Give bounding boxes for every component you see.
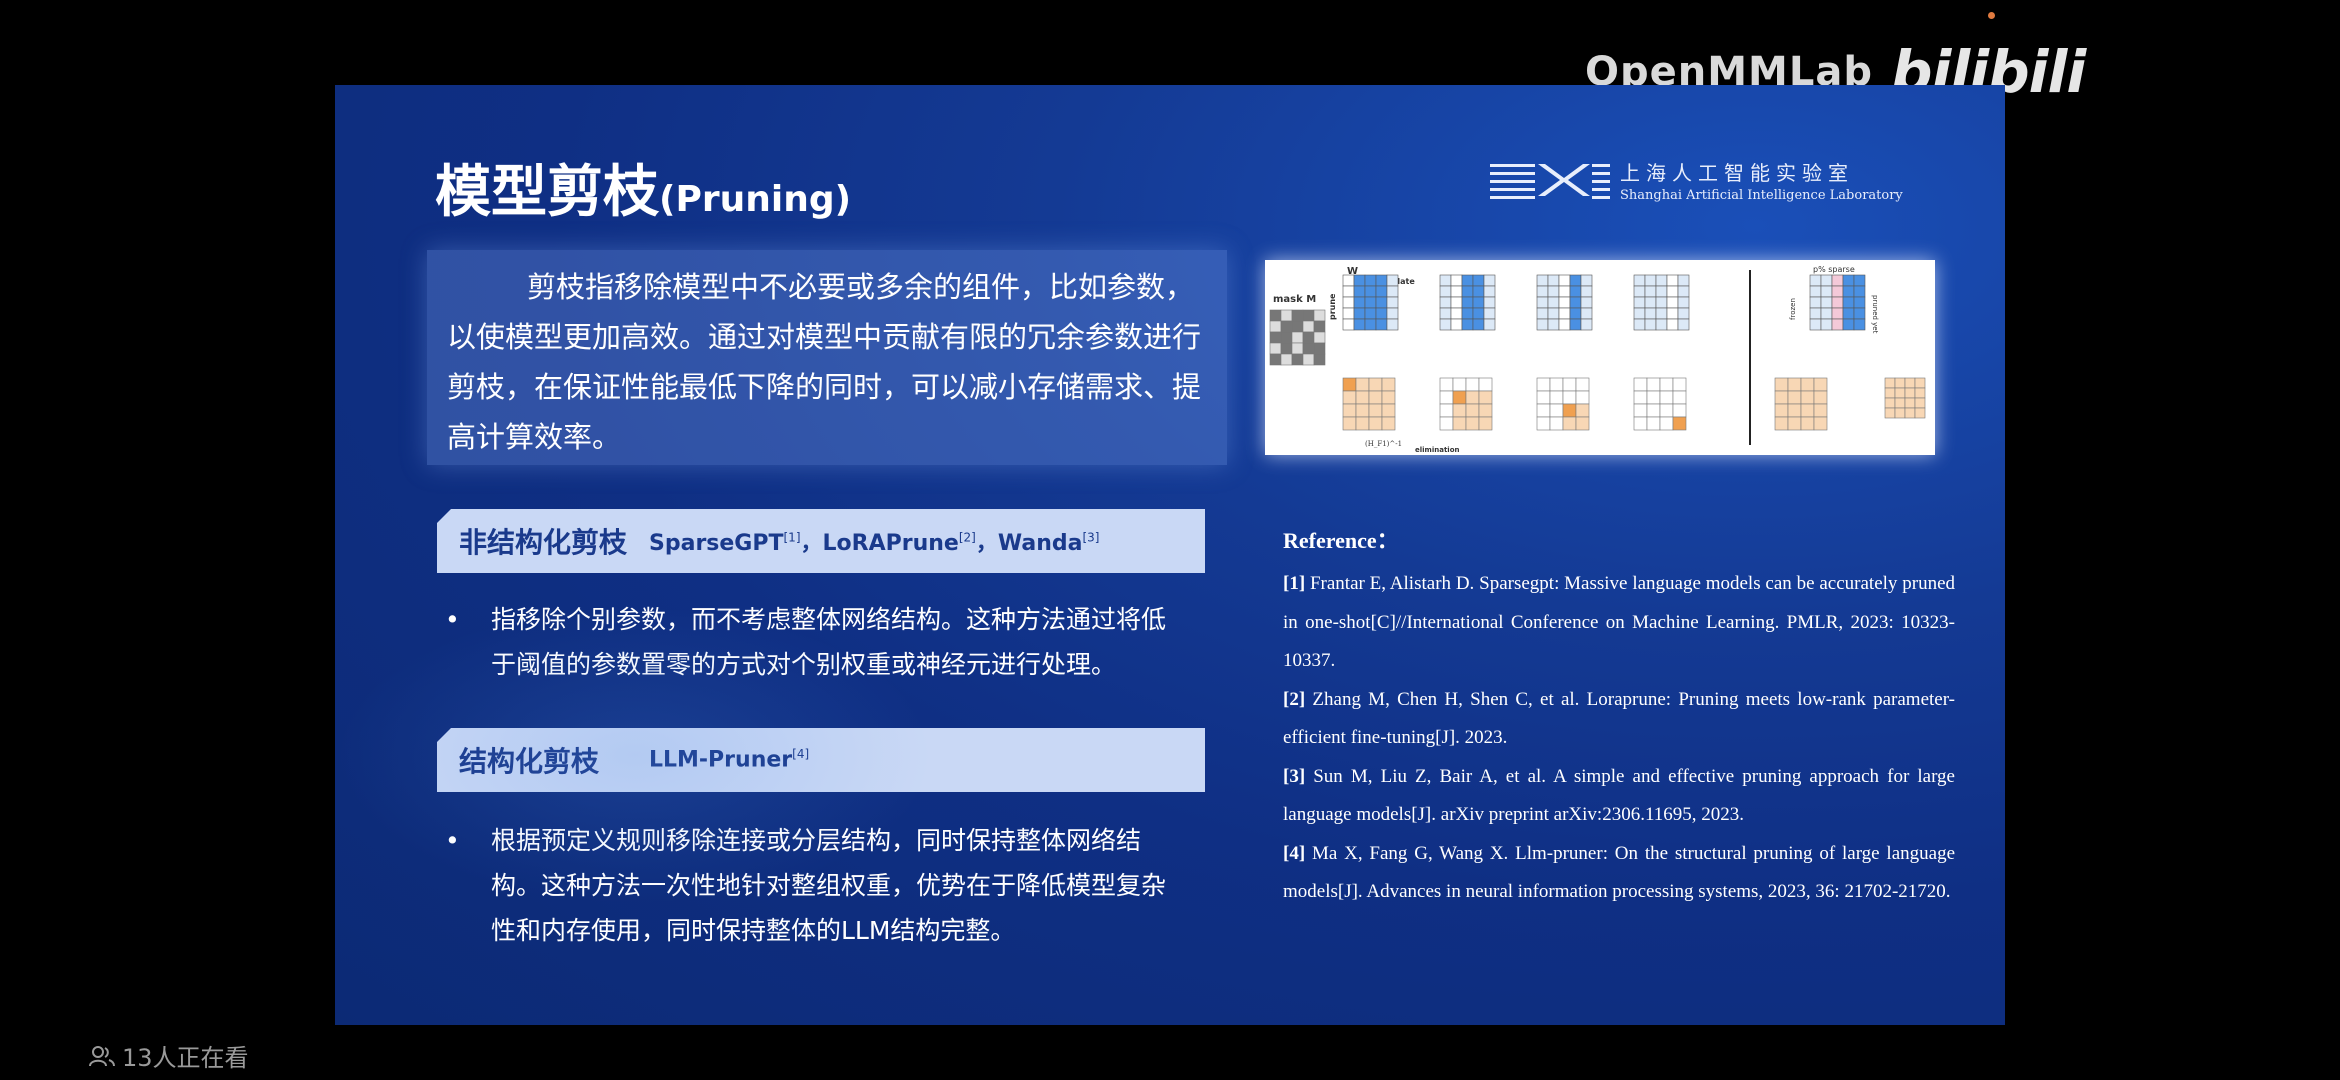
section-structured-bullet: • 根据预定义规则移除连接或分层结构，同时保持整体网络结构。这种方法一次性地针对… bbox=[445, 818, 1185, 953]
section-title: 非结构化剪枝 bbox=[459, 526, 628, 559]
bullet-icon: • bbox=[445, 605, 460, 634]
method-refs: LLM-Pruner[4] bbox=[649, 747, 810, 773]
reference-item: [1] Frantar E, Alistarh D. Sparsegpt: Ma… bbox=[1283, 573, 1956, 671]
section-title: 结构化剪枝 bbox=[459, 745, 600, 778]
method-refs: SparseGPT[1]，LoRAPrune[2]，Wanda[3] bbox=[649, 530, 1100, 556]
pruning-figure: mask M W update prune (H_F1)^-1 eliminat… bbox=[1265, 260, 1935, 455]
section-unstructured-bullet: • 指移除个别参数，而不考虑整体网络结构。这种方法通过将低于阈值的参数置零的方式… bbox=[445, 597, 1185, 687]
intro-box: 剪枝指移除模型中不必要或多余的组件，比如参数，以使模型更加高效。通过对模型中贡献… bbox=[427, 250, 1227, 465]
references: Reference： [1] Frantar E, Alistarh D. Sp… bbox=[1283, 523, 1955, 912]
frozen-label: frozen bbox=[1789, 298, 1797, 320]
intro-text: 剪枝指移除模型中不必要或多余的组件，比如参数，以使模型更加高效。通过对模型中贡献… bbox=[447, 270, 1202, 454]
h-label: (H_F1)^-1 bbox=[1365, 440, 1402, 448]
bullet-icon: • bbox=[445, 826, 460, 855]
section-structured-header: 结构化剪枝 LLM-Pruner[4] bbox=[437, 728, 1205, 792]
section-unstructured-header: 非结构化剪枝 SparseGPT[1]，LoRAPrune[2]，Wanda[3… bbox=[437, 509, 1205, 573]
title-en: (Pruning) bbox=[659, 179, 852, 220]
pruning-diagram: mask M W update prune (H_F1)^-1 eliminat… bbox=[1269, 265, 1926, 454]
slide-title: 模型剪枝(Pruning) bbox=[435, 147, 851, 228]
lab-logo: 上海人工智能实验室 Shanghai Artificial Intelligen… bbox=[1490, 157, 1903, 203]
lab-name-en: Shanghai Artificial Intelligence Laborat… bbox=[1620, 188, 1903, 203]
lab-name-cn: 上海人工智能实验室 bbox=[1620, 161, 1854, 185]
reference-list: [1] Frantar E, Alistarh D. Sparsegpt: Ma… bbox=[1283, 565, 1955, 912]
reference-item: [3] Sun M, Liu Z, Bair A, et al. A simpl… bbox=[1283, 765, 1955, 826]
sparse-label: p% sparse bbox=[1813, 265, 1855, 274]
lab-logo-icon bbox=[1490, 164, 1610, 199]
reference-item: [4] Ma X, Fang G, Wang X. Llm-pruner: On… bbox=[1283, 842, 1955, 903]
elimination-label: elimination bbox=[1415, 446, 1460, 454]
notification-dot bbox=[1988, 12, 1995, 19]
prune-label: prune bbox=[1328, 293, 1337, 320]
bullet-text: 根据预定义规则移除连接或分层结构，同时保持整体网络结构。这种方法一次性地针对整组… bbox=[491, 826, 1167, 945]
weight-matrices bbox=[1342, 274, 1690, 331]
references-title: Reference： bbox=[1283, 528, 1399, 553]
slide: 模型剪枝(Pruning) 上海人工智能实验室 Shanghai Artific… bbox=[335, 85, 2005, 1025]
mask-matrix bbox=[1269, 309, 1326, 366]
hessian-matrices bbox=[1342, 377, 1687, 431]
right-panel bbox=[1774, 274, 1926, 431]
viewer-count: 13人正在看 bbox=[88, 1038, 249, 1073]
mask-label: mask M bbox=[1273, 294, 1316, 305]
reference-item: [2] Zhang M, Chen H, Shen C, et al. Lora… bbox=[1283, 688, 1956, 749]
people-icon bbox=[89, 1045, 115, 1066]
viewer-count-text: 13人正在看 bbox=[122, 1044, 249, 1072]
pruned-label: pruned yet bbox=[1871, 295, 1879, 334]
bullet-text: 指移除个别参数，而不考虑整体网络结构。这种方法通过将低于阈值的参数置零的方式对个… bbox=[491, 605, 1167, 679]
title-zh: 模型剪枝 bbox=[435, 160, 659, 225]
